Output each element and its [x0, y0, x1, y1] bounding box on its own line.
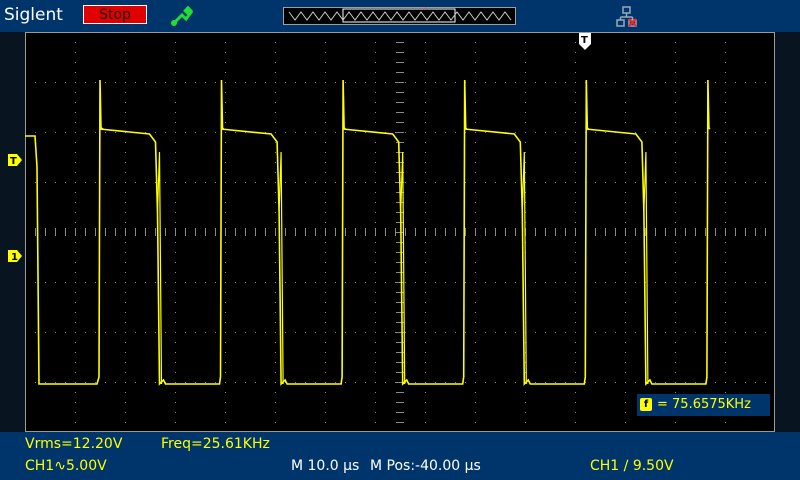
run-stop-indicator[interactable]: Stop	[83, 5, 147, 24]
frequency-counter: f = 75.6575KHz	[637, 394, 770, 416]
svg-text:T: T	[581, 35, 588, 46]
ch1-scale[interactable]: CH1∿5.00V	[25, 458, 107, 474]
ch1-waveform-trace	[25, 79, 711, 386]
brand-label: Siglent	[4, 5, 63, 25]
trigger-position-marker-icon: T	[579, 33, 591, 50]
waveform-display[interactable]: T f = 75.6575KHz	[25, 32, 775, 432]
timebase[interactable]: M 10.0 µs	[291, 458, 359, 474]
frequency-counter-value: = 75.6575KHz	[657, 397, 751, 412]
ch1-waveform-path	[25, 79, 711, 386]
waveform-overview[interactable]: T	[283, 7, 516, 25]
vrms-measurement: Vrms=12.20V	[25, 436, 123, 452]
trigger-level-marker[interactable]: T	[8, 154, 22, 166]
status-bar: Vrms=12.20V Freq=25.61KHz CH1∿5.00V M 10…	[0, 432, 800, 480]
top-bar: Siglent Stop T	[0, 0, 800, 32]
trigger-setting[interactable]: CH1 ∕ 9.50V	[590, 458, 674, 474]
horizontal-position[interactable]: M Pos:-40.00 µs	[370, 458, 481, 474]
usb-icon	[171, 5, 194, 26]
channel1-ground-marker[interactable]: 1	[8, 250, 22, 262]
freq-measurement: Freq=25.61KHz	[161, 436, 270, 452]
network-disconnected-icon	[616, 6, 637, 27]
trigger-position-marker: T	[423, 7, 428, 12]
svg-text:1: 1	[11, 252, 18, 262]
svg-text:T: T	[10, 156, 17, 166]
frequency-counter-icon: f	[640, 398, 652, 411]
